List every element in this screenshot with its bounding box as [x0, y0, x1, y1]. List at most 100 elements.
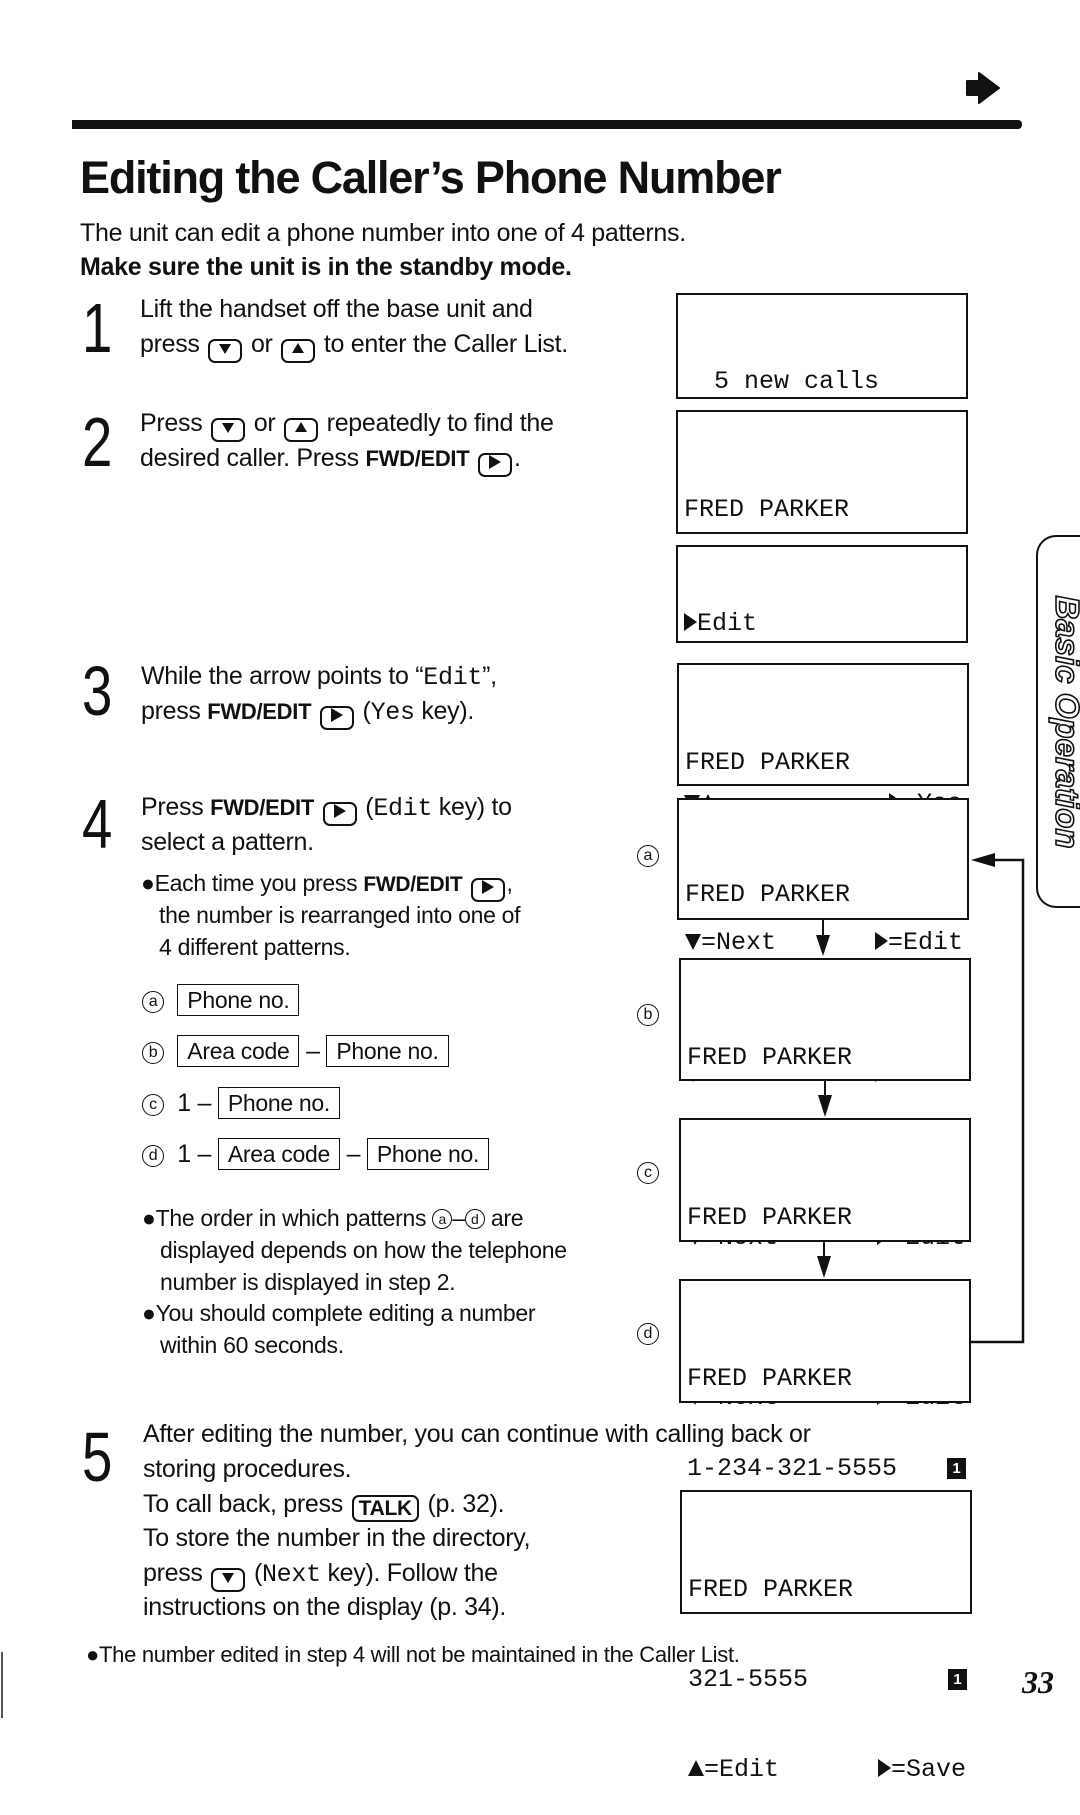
circle-label: c: [142, 1094, 164, 1116]
circle-label: b: [637, 1004, 659, 1026]
down-key-icon: [211, 1568, 246, 1592]
pattern-c: c 1 – Phone no.: [142, 1086, 340, 1120]
step-number: 2: [82, 403, 113, 481]
step4-line1: Press FWD/EDIT (Edit key) to: [141, 790, 512, 826]
circle-label: d: [142, 1145, 164, 1167]
scan-edge-line: [1, 1652, 3, 1718]
lcd-row: 321-5555 1: [688, 1665, 970, 1695]
circle-label: a: [637, 845, 659, 867]
step4-bullet1-line2: the number is rearranged into one of: [159, 902, 521, 928]
mono-text: Edit: [423, 663, 483, 692]
bullet-icon: ●: [141, 870, 155, 896]
fwd-edit-label: FWD/EDIT: [207, 699, 312, 724]
note1-line1: ●The order in which patterns a – d are: [142, 1202, 524, 1234]
step4-bullet1-line1: ●Each time you press FWD/EDIT ,: [141, 867, 513, 902]
lcd-row: FRED PARKER: [687, 1043, 853, 1072]
step-number: 3: [82, 652, 113, 730]
lcd-display-new-calls: 5 new calls =Directory: [676, 293, 968, 486]
text: desired caller. Press: [140, 444, 359, 472]
step4-bullet1-line3: 4 different patterns.: [159, 934, 351, 960]
circle-label: c: [637, 1162, 659, 1184]
lcd-row: Edit: [684, 609, 966, 639]
lcd-display-caller: FRED PARKER 1-234-321-55551 11:20A JAN.1…: [676, 410, 968, 704]
lcd-display-pattern-d: FRED PARKER 1-234-321-55551 =Next=Edit: [679, 1279, 971, 1573]
text: key) to: [438, 793, 512, 821]
lcd-display-edit: FRED PARKER 1-234-321-55551 =Next=Edit: [677, 663, 969, 957]
circle-label: a: [432, 1209, 453, 1229]
footnote: ●The number edited in step 4 will not be…: [86, 1642, 740, 1668]
step5-line2: storing procedures.: [143, 1455, 352, 1483]
mono-text: Yes: [370, 698, 415, 727]
section-tab: Basic Operation: [1036, 535, 1080, 908]
step5-line4: To store the number in the directory,: [143, 1524, 531, 1552]
dash: –: [346, 1140, 361, 1168]
text: You should complete editing a number: [155, 1300, 536, 1326]
lcd-text: =Save: [890, 1755, 966, 1784]
text: Press: [140, 409, 203, 437]
precondition-text: Make sure the unit is in the standby mod…: [80, 253, 572, 281]
lcd-display-save: FRED PARKER 321-5555 1 =Edit =Save: [680, 1490, 972, 1784]
pattern-d: d 1 – Area code – Phone no.: [142, 1137, 490, 1171]
lcd-display-pattern-c: FRED PARKER 1-321-55551 =Next=Edit: [679, 1118, 971, 1412]
intro-text: The unit can edit a phone number into on…: [80, 219, 686, 247]
talk-key: TALK: [351, 1495, 419, 1522]
right-key-icon: [478, 453, 513, 477]
note1-line3: number is displayed in step 2.: [160, 1269, 456, 1295]
bullet-icon: ●: [142, 1300, 156, 1326]
dash: –: [452, 1205, 465, 1231]
circle-label: d: [464, 1209, 485, 1229]
text: To call back, press: [143, 1490, 343, 1518]
text: The order in which patterns: [155, 1205, 427, 1231]
lcd-display-pattern-a: FRED PARKER 321-55551 =Next=Edit: [677, 798, 969, 1089]
circle-label: d: [637, 1323, 659, 1345]
text: press: [141, 697, 201, 725]
bullet-icon: ●: [142, 1205, 156, 1231]
up-key-icon: [284, 418, 319, 442]
header-rule: [72, 120, 1022, 129]
lcd-display-menu: Edit Save directory =Yes: [676, 545, 968, 818]
pattern-box: Phone no.: [326, 1035, 449, 1067]
down-key-icon: [211, 418, 246, 442]
step3-line1: While the arrow points to “Edit”,: [141, 659, 497, 695]
loop-back-arrow-icon: [971, 853, 1025, 1344]
right-key-icon: [322, 802, 357, 826]
lcd-text: 321-5555: [688, 1665, 809, 1694]
lcd-row: 5 new calls: [684, 367, 966, 397]
right-key-icon: [319, 706, 354, 730]
fwd-edit-label: FWD/EDIT: [363, 873, 463, 896]
step-number: 5: [82, 1418, 113, 1496]
bullet-icon: ●: [86, 1642, 99, 1667]
step2-line2: desired caller. Press FWD/EDIT .: [140, 441, 521, 477]
note2-line1: ●You should complete editing a number: [142, 1297, 536, 1329]
prefix: 1 –: [177, 1089, 212, 1117]
text: (: [362, 697, 371, 725]
step1-line1: Lift the handset off the base unit and: [140, 295, 533, 323]
right-arrow-icon: [877, 1759, 891, 1777]
dash: –: [306, 1037, 320, 1065]
fwd-edit-label: FWD/EDIT: [365, 446, 470, 471]
lcd-text: =Edit: [704, 1755, 780, 1784]
footnote-text: The number edited in step 4 will not be …: [99, 1642, 740, 1667]
text: (: [253, 1559, 262, 1587]
fwd-edit-label: FWD/EDIT: [210, 795, 314, 820]
text: press: [143, 1559, 203, 1587]
text: repeatedly to find the: [326, 409, 554, 437]
pattern-box: Phone no.: [217, 1087, 340, 1119]
lcd-row: FRED PARKER: [684, 495, 850, 524]
circle-label: b: [142, 1042, 164, 1064]
lcd-row: FRED PARKER: [687, 1203, 853, 1232]
lcd-text: 5 new calls: [684, 367, 880, 396]
up-arrow-icon: [688, 1760, 704, 1776]
pattern-a: a Phone no.: [142, 983, 300, 1017]
text: ”,: [482, 662, 497, 690]
text: key).: [421, 697, 475, 725]
circle-label: a: [142, 991, 164, 1013]
text: While the arrow points to “: [141, 662, 424, 690]
step5-line6: instructions on the display (p. 34).: [143, 1593, 507, 1621]
pattern-box: Area code: [177, 1035, 300, 1067]
text: or: [250, 330, 273, 358]
mono-text: Edit: [373, 794, 433, 823]
text: Each time you press: [154, 870, 358, 896]
text: .: [514, 444, 521, 472]
pattern-box: Area code: [217, 1138, 340, 1170]
